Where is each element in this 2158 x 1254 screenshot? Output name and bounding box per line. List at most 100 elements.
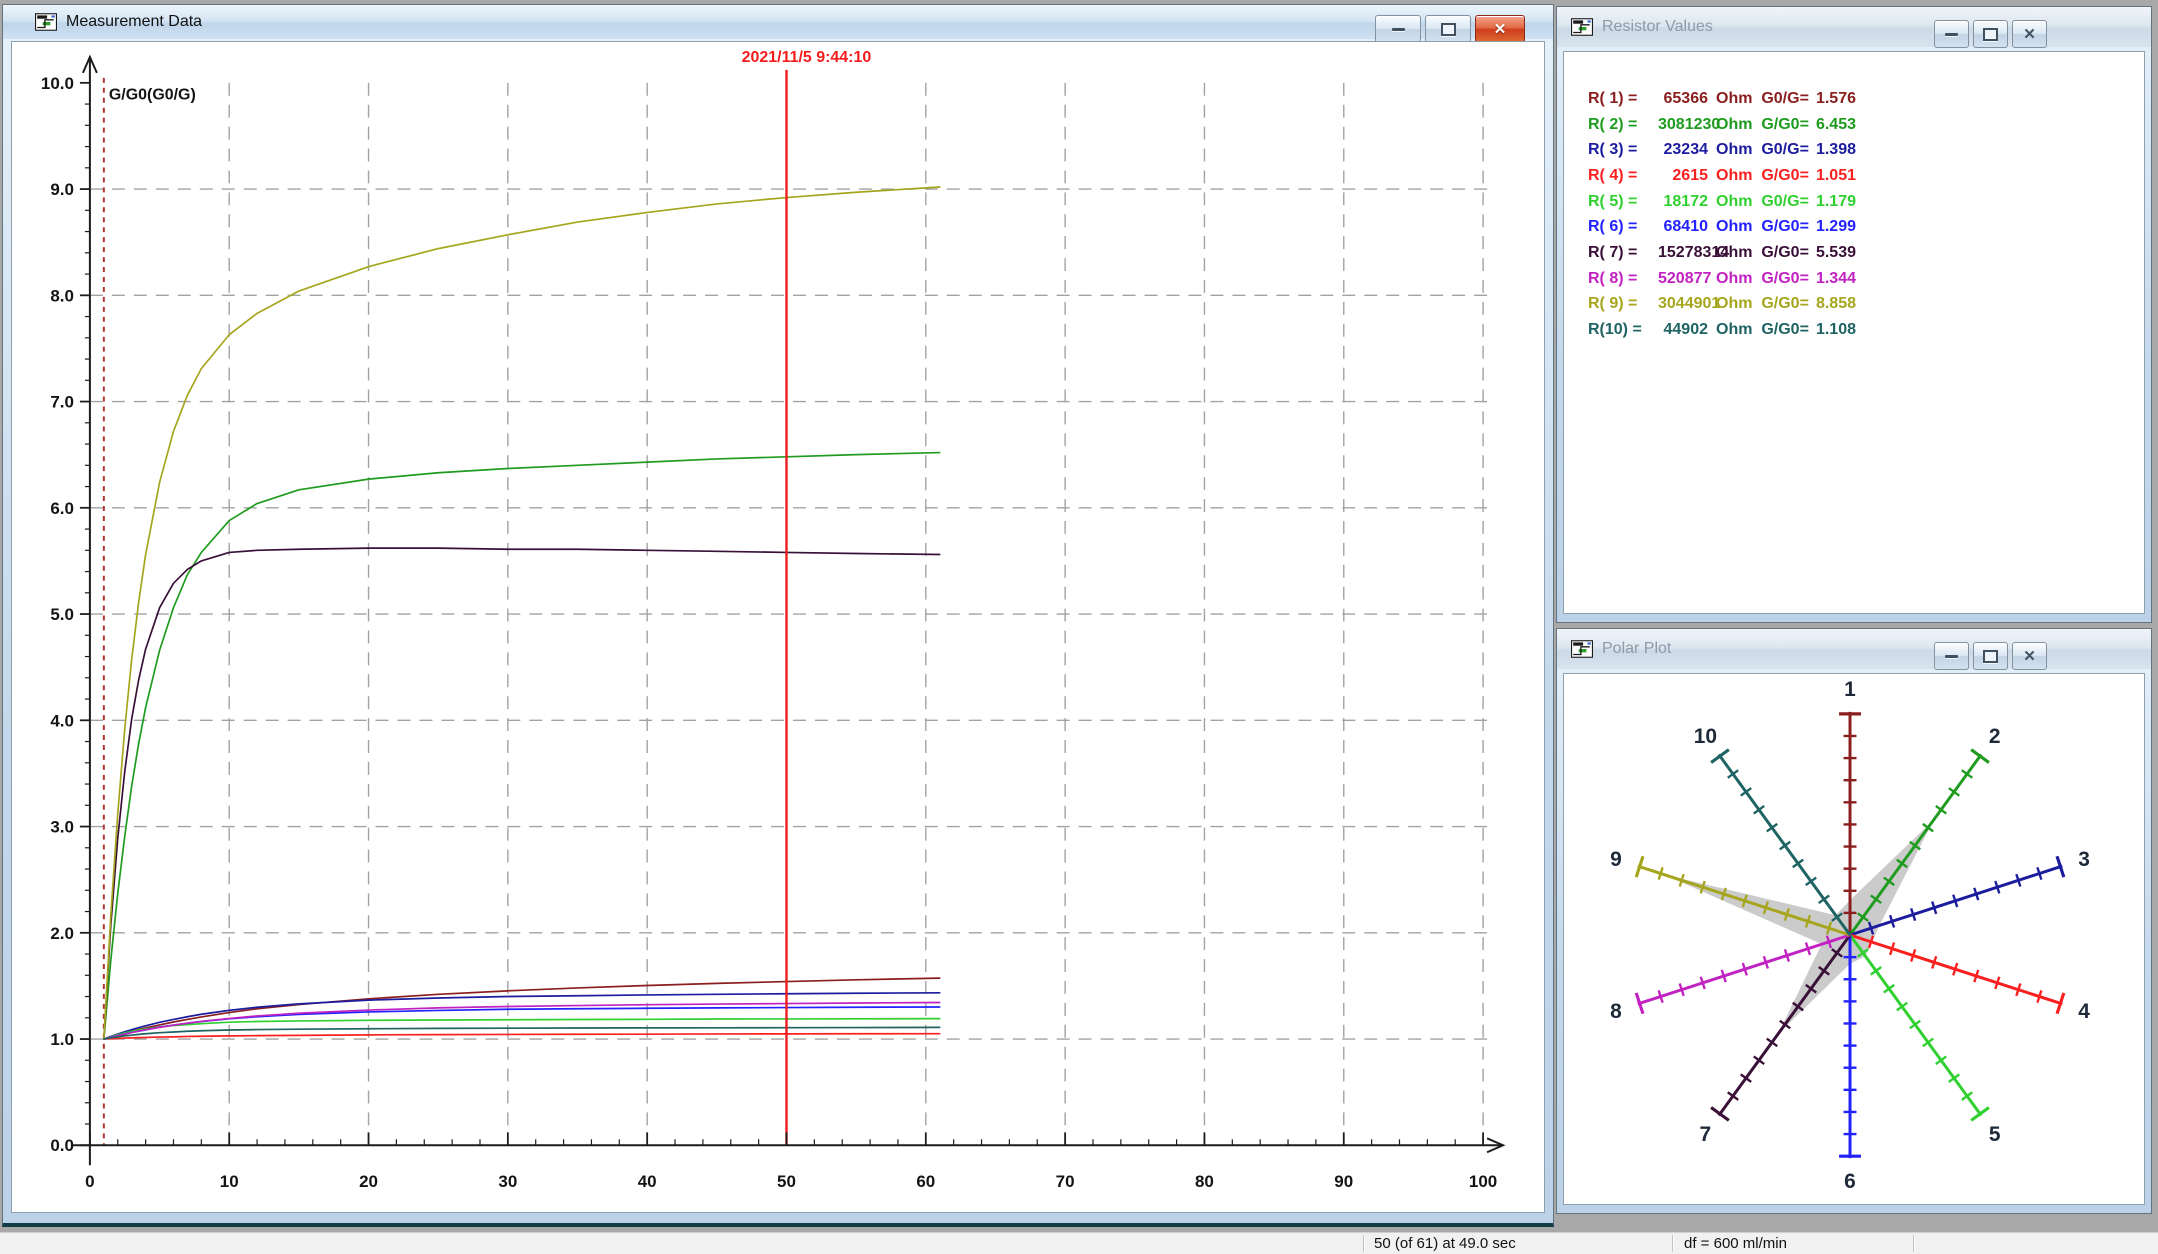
resistor-ratio-value: 1.299 <box>1802 218 1856 236</box>
status-separator <box>1363 1235 1364 1252</box>
status-progress: 50 (of 61) at 49.0 sec <box>1374 1233 1516 1254</box>
svg-text:100: 100 <box>1469 1172 1497 1191</box>
minimize-button[interactable] <box>1934 642 1969 670</box>
svg-text:8.0: 8.0 <box>50 286 74 305</box>
resistor-row: R( 8) =520877 Ohm G/G0=1.344 <box>1564 266 2144 292</box>
resistor-ohm-value: 15278314 <box>1658 244 1708 262</box>
svg-text:5.0: 5.0 <box>50 605 74 624</box>
resistor-row: R( 3) =23234Ohm G0/G=1.398 <box>1564 137 2144 163</box>
svg-text:4: 4 <box>2078 1000 2090 1023</box>
polar-chart: 12345678910 <box>1564 674 2144 1204</box>
resistor-ohm-value: 23234 <box>1658 141 1708 159</box>
resistor-ohm-value: 65366 <box>1658 90 1708 108</box>
polar-plot-window: Polar Plot ✕ 12345678910 <box>1556 628 2152 1214</box>
maximize-icon <box>1441 23 1456 36</box>
resistor-ratio-value: 5.539 <box>1802 244 1856 262</box>
svg-text:9: 9 <box>1610 848 1622 871</box>
resistor-label: R( 7) = <box>1588 244 1658 262</box>
resistor-ratio-label: Ohm G/G0= <box>1716 244 1802 262</box>
resistor-ratio-label: Ohm G/G0= <box>1716 218 1802 236</box>
window-title: Resistor Values <box>1602 18 1713 36</box>
svg-text:9.0: 9.0 <box>50 180 74 199</box>
maximize-button[interactable] <box>1973 20 2008 48</box>
svg-text:4.0: 4.0 <box>50 711 74 730</box>
svg-text:50: 50 <box>777 1172 796 1191</box>
resistor-row: R( 4) =2615Ohm G/G0=1.051 <box>1564 163 2144 189</box>
line-chart[interactable]: 2021/11/5 9:44:1001020304050607080901000… <box>12 42 1544 1212</box>
resistor-ratio-label: Ohm G/G0= <box>1716 295 1802 313</box>
resistor-row: R( 7) =15278314 Ohm G/G0=5.539 <box>1564 240 2144 266</box>
resistor-label: R( 4) = <box>1588 167 1658 185</box>
resistor-ratio-value: 1.108 <box>1802 321 1856 339</box>
resistor-row: R( 6) =68410Ohm G/G0=1.299 <box>1564 214 2144 240</box>
chart-icon <box>1571 18 1593 36</box>
minimize-icon <box>1392 28 1405 31</box>
window-title: Measurement Data <box>66 13 202 31</box>
svg-text:30: 30 <box>498 1172 517 1191</box>
resistor-values-window: Resistor Values ✕ R( 1) =65366Ohm G0/G=1… <box>1556 6 2152 623</box>
svg-text:3.0: 3.0 <box>50 818 74 837</box>
resistor-ratio-value: 1.344 <box>1802 270 1856 288</box>
chart-icon <box>1571 640 1593 658</box>
resistor-ohm-value: 520877 <box>1658 270 1708 288</box>
minimize-button[interactable] <box>1375 15 1421 43</box>
chart-icon <box>35 13 57 31</box>
maximize-icon <box>1983 28 1998 41</box>
svg-text:2021/11/5 9:44:10: 2021/11/5 9:44:10 <box>742 49 872 66</box>
measurement-titlebar[interactable]: Measurement Data ✕ <box>3 5 1553 39</box>
resistor-label: R( 1) = <box>1588 90 1658 108</box>
svg-text:0: 0 <box>85 1172 94 1191</box>
resistor-ratio-label: Ohm G/G0= <box>1716 270 1802 288</box>
desktop: { "measurement_window": { "title": "Meas… <box>0 0 2158 1254</box>
status-bar: 50 (of 61) at 49.0 sec df = 600 ml/min <box>0 1232 2158 1254</box>
resistor-ratio-label: Ohm G0/G= <box>1716 193 1802 211</box>
svg-text:90: 90 <box>1334 1172 1353 1191</box>
resistor-row: R(10) =44902Ohm G/G0=1.108 <box>1564 317 2144 343</box>
resistor-label: R( 5) = <box>1588 193 1658 211</box>
resistor-ohm-value: 18172 <box>1658 193 1708 211</box>
svg-text:70: 70 <box>1056 1172 1075 1191</box>
svg-text:G/G0(G0/G): G/G0(G0/G) <box>109 87 196 104</box>
svg-text:20: 20 <box>359 1172 378 1191</box>
resistor-ratio-value: 1.179 <box>1802 193 1856 211</box>
resistor-row: R( 1) =65366Ohm G0/G=1.576 <box>1564 86 2144 112</box>
resistor-label: R( 2) = <box>1588 116 1658 134</box>
resistor-ratio-label: Ohm G/G0= <box>1716 116 1802 134</box>
resistor-ratio-label: Ohm G0/G= <box>1716 90 1802 108</box>
polar-titlebar[interactable]: Polar Plot ✕ <box>1557 629 2151 669</box>
svg-text:6: 6 <box>1844 1170 1856 1193</box>
close-button[interactable]: ✕ <box>2012 20 2047 48</box>
svg-text:1: 1 <box>1844 678 1856 701</box>
window-title: Polar Plot <box>1602 640 1671 658</box>
svg-text:2: 2 <box>1989 725 2001 748</box>
svg-text:10: 10 <box>220 1172 239 1191</box>
resistor-ratio-value: 1.051 <box>1802 167 1856 185</box>
resistor-label: R( 3) = <box>1588 141 1658 159</box>
resistor-titlebar[interactable]: Resistor Values ✕ <box>1557 7 2151 47</box>
close-icon: ✕ <box>1494 22 1507 37</box>
close-button[interactable]: ✕ <box>2012 642 2047 670</box>
maximize-button[interactable] <box>1425 15 1471 43</box>
minimize-button[interactable] <box>1934 20 1969 48</box>
svg-text:80: 80 <box>1195 1172 1214 1191</box>
resistor-label: R(10) = <box>1588 321 1658 339</box>
measurement-data-window: Measurement Data ✕ 2021/11/5 9:44:10 0 10 2… <box>2 4 1554 1227</box>
resistor-ratio-value: 1.398 <box>1802 141 1856 159</box>
resistor-ohm-value: 68410 <box>1658 218 1708 236</box>
maximize-button[interactable] <box>1973 642 2008 670</box>
resistor-ratio-label: Ohm G/G0= <box>1716 167 1802 185</box>
resistor-row: R( 9) =3044901Ohm G/G0=8.858 <box>1564 292 2144 318</box>
resistor-label: R( 8) = <box>1588 270 1658 288</box>
resistor-ratio-label: Ohm G/G0= <box>1716 321 1802 339</box>
close-icon: ✕ <box>2023 27 2036 42</box>
status-separator <box>1672 1235 1673 1252</box>
resistor-label: R( 9) = <box>1588 295 1658 313</box>
close-button[interactable]: ✕ <box>1475 15 1525 43</box>
resistor-ratio-value: 8.858 <box>1802 295 1856 313</box>
status-flow: df = 600 ml/min <box>1684 1233 1787 1254</box>
svg-text:2.0: 2.0 <box>50 924 74 943</box>
resistor-ratio-value: 6.453 <box>1802 116 1856 134</box>
polar-plot-area: 12345678910 <box>1563 673 2145 1205</box>
svg-text:7.0: 7.0 <box>50 393 74 412</box>
resistor-rows: R( 1) =65366Ohm G0/G=1.576R( 2) =3081230… <box>1564 86 2144 343</box>
